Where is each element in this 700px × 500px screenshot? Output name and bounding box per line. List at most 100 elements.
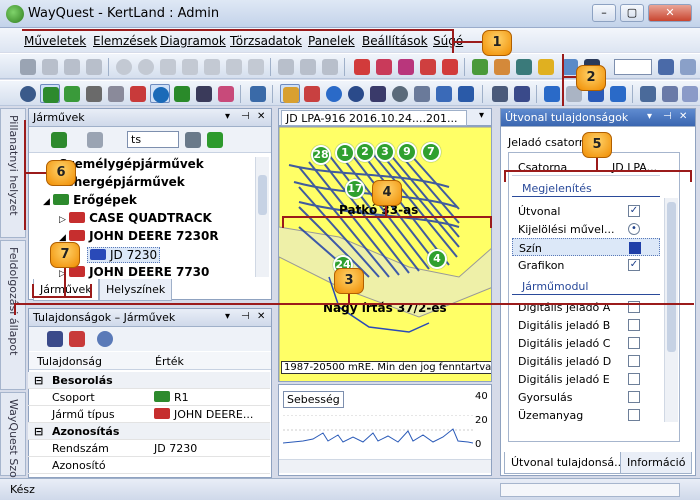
menu-torzsadatok[interactable]: Törzsadatok <box>230 34 302 48</box>
route-row-grafikon[interactable]: Grafikon ✓ <box>512 256 660 274</box>
chart-icon[interactable] <box>280 84 300 103</box>
tab-dropdown-icon[interactable]: ▾ <box>479 110 484 121</box>
pan-icon[interactable] <box>608 84 628 103</box>
pin-icon[interactable]: ⊣ <box>241 111 250 122</box>
settings-icon[interactable] <box>18 57 38 76</box>
export-icon[interactable] <box>456 84 476 103</box>
dropdown-icon[interactable]: ▾ <box>647 111 652 122</box>
map-icon[interactable] <box>150 84 170 103</box>
route-scrollbar[interactable] <box>664 198 678 422</box>
checkbox-utvonal[interactable]: ✓ <box>628 205 640 217</box>
menu-diagramok[interactable]: Diagramok <box>160 34 226 48</box>
checkbox[interactable] <box>628 319 640 331</box>
calendar-icon[interactable] <box>302 84 322 103</box>
map-marker[interactable]: 1 <box>335 143 355 163</box>
route-row-gyorsulas[interactable]: Gyorsulás <box>512 388 660 406</box>
route-row-digitalis-d[interactable]: Digitális jeladó D <box>512 352 660 370</box>
prop-category-besorolas[interactable]: ⊟ Besorolás <box>28 372 270 389</box>
print-icon[interactable] <box>224 57 244 76</box>
checkbox[interactable] <box>628 355 640 367</box>
dropdown-icon[interactable]: ▾ <box>225 311 230 322</box>
panel-close-icon[interactable]: ✕ <box>257 111 265 122</box>
map-marker[interactable]: 9 <box>397 142 417 162</box>
tab-informacio[interactable]: Információ <box>620 452 693 474</box>
tool3-icon[interactable] <box>680 84 700 103</box>
tree-item-case-quadtrack[interactable]: ▷ CASE QUADTRACK <box>59 211 212 225</box>
prop-category-azonositas[interactable]: ⊟ Azonosítás <box>28 423 270 440</box>
route-row-csatorna[interactable]: Csatorna JD LPA... <box>512 158 660 176</box>
tree-scrollbar[interactable] <box>255 157 269 277</box>
tractor-icon[interactable] <box>40 84 60 103</box>
route-delete-icon[interactable] <box>440 57 460 76</box>
close-button[interactable]: ✕ <box>648 4 692 22</box>
prop-row-azonosito[interactable]: Azonosító <box>28 457 270 474</box>
menu-beallitasok[interactable]: Beállítások <box>362 34 428 48</box>
panel-close-icon[interactable]: ✕ <box>679 111 687 122</box>
menu-elemzesek[interactable]: Elemzések <box>93 34 157 48</box>
undo-icon[interactable] <box>298 57 318 76</box>
tab-map-route[interactable]: JD LPA-916 2016.10.24....201... <box>281 110 467 126</box>
vehicle-search-input[interactable] <box>127 131 179 148</box>
star-icon[interactable] <box>536 57 556 76</box>
gear2-icon[interactable] <box>638 84 658 103</box>
zoom-level-field[interactable] <box>614 59 652 75</box>
group-icon[interactable] <box>49 130 69 149</box>
tab-utvonal-tulajdonsagok[interactable]: Útvonal tulajdonsá... <box>504 452 632 474</box>
refresh-icon[interactable] <box>390 84 410 103</box>
fill-icon[interactable] <box>678 57 698 76</box>
zoom-out-icon[interactable] <box>136 57 156 76</box>
page-icon[interactable] <box>180 57 200 76</box>
filter-icon[interactable] <box>412 84 432 103</box>
route-edit-icon[interactable] <box>374 57 394 76</box>
route-icon[interactable] <box>128 84 148 103</box>
people-icon[interactable] <box>248 84 268 103</box>
user-icon[interactable] <box>18 84 38 103</box>
menu-panelek[interactable]: Panelek <box>308 34 355 48</box>
clock-icon[interactable] <box>346 84 366 103</box>
map-marker[interactable]: 7 <box>421 142 441 162</box>
film-icon[interactable] <box>368 84 388 103</box>
redo-icon[interactable] <box>320 57 340 76</box>
route-row-digitalis-b[interactable]: Digitális jeladó B <box>512 316 660 334</box>
route-check-icon[interactable] <box>418 57 438 76</box>
route-row-szin[interactable]: Szín <box>512 238 660 256</box>
pin-icon[interactable]: ⊣ <box>663 111 672 122</box>
route-refresh-icon[interactable] <box>396 57 416 76</box>
link-icon[interactable] <box>514 57 534 76</box>
save-icon[interactable] <box>45 329 65 348</box>
scissors-icon[interactable] <box>40 57 60 76</box>
tool2-icon[interactable] <box>660 84 680 103</box>
route-row-digitalis-a[interactable]: Digitális jeladó A <box>512 298 660 316</box>
copy-icon[interactable] <box>84 57 104 76</box>
search-prev-icon[interactable] <box>183 130 203 149</box>
tree-item-jd-7230[interactable]: JD 7230 <box>87 247 161 263</box>
page-setup-icon[interactable] <box>202 57 222 76</box>
shape-icon[interactable] <box>656 57 676 76</box>
map-view[interactable]: 28 1 2 3 9 7 17 24 4 Patkó 33-as Nagy ír… <box>278 126 492 382</box>
print2-icon[interactable] <box>490 84 510 103</box>
radio-kijeloles[interactable]: • <box>628 223 640 235</box>
number-icon[interactable] <box>84 84 104 103</box>
checkbox[interactable] <box>628 391 640 403</box>
map-marker[interactable]: 3 <box>375 142 395 162</box>
route-row-kijeloles[interactable]: Kijelölési művel... • <box>512 220 660 238</box>
route-add-icon[interactable] <box>352 57 372 76</box>
zoom-fit-icon[interactable] <box>158 57 178 76</box>
vehicle-icon[interactable] <box>62 84 82 103</box>
pen-icon[interactable] <box>492 57 512 76</box>
prop-row-csoport[interactable]: Csoport R1 <box>28 389 270 406</box>
route-row-uzemanyag[interactable]: Üzemanyag <box>512 406 660 424</box>
tree-item-szemelygepjarmuvek[interactable]: Személygépjárművek <box>59 157 204 171</box>
map-marker[interactable]: 17 <box>345 179 365 199</box>
color-swatch[interactable] <box>629 242 641 254</box>
map-marker[interactable]: 28 <box>311 145 331 165</box>
map-marker[interactable]: 4 <box>427 249 447 269</box>
maximize-button[interactable]: ▢ <box>620 4 644 22</box>
speed-scrollbar[interactable] <box>279 459 491 473</box>
plant-icon[interactable] <box>172 84 192 103</box>
tree-item-john-deere-7230r[interactable]: ◢ JOHN DEERE 7230R <box>59 229 219 243</box>
panel-close-icon[interactable]: ✕ <box>257 311 265 322</box>
tree-item-erogepek[interactable]: ◢ Erőgépek <box>43 193 137 207</box>
layers-icon[interactable] <box>194 84 214 103</box>
info-icon[interactable] <box>324 84 344 103</box>
